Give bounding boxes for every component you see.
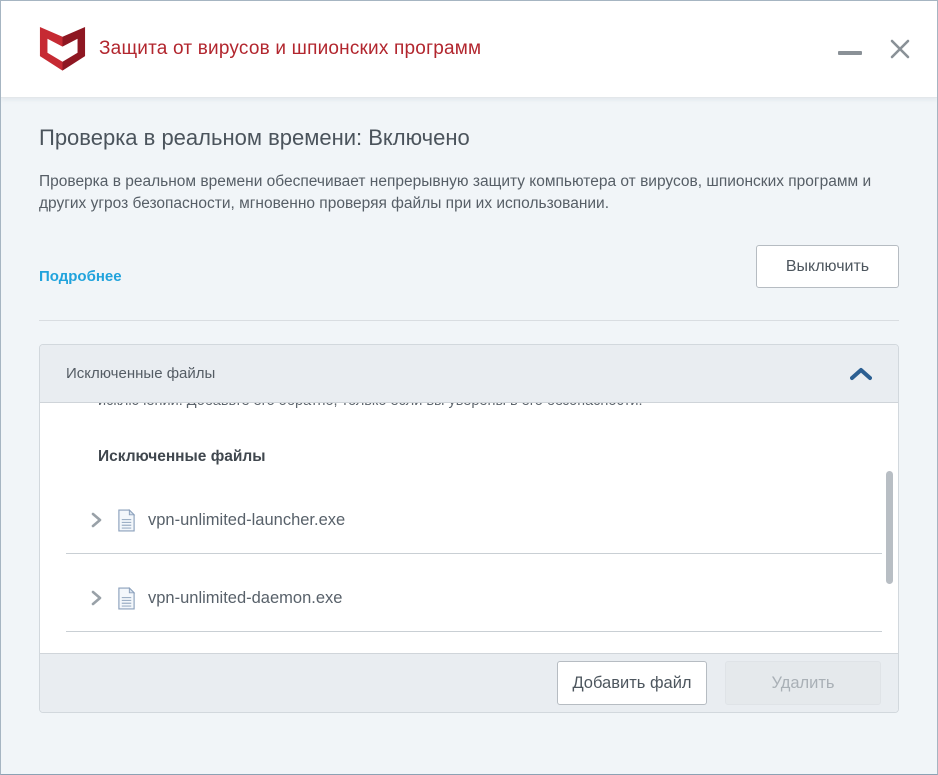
expander-label: Исключенные файлы (66, 365, 850, 382)
close-button[interactable] (883, 32, 917, 66)
row-divider (66, 631, 882, 632)
file-row-launcher[interactable]: vpn-unlimited-launcher.exe (40, 492, 898, 548)
add-file-button[interactable]: Добавить файл (557, 661, 707, 705)
titlebar: Защита от вирусов и шпионских программ (1, 1, 937, 98)
window-title: Защита от вирусов и шпионских программ (99, 38, 481, 60)
section-divider (39, 320, 899, 321)
turn-off-button[interactable]: Выключить (756, 245, 899, 288)
file-name: vpn-unlimited-daemon.exe (148, 589, 342, 608)
main-content: Проверка в реальном времени: Включено Пр… (1, 125, 937, 713)
clipped-help-text: исключений. Добавьте его обратно, только… (98, 403, 818, 411)
minimize-icon (838, 51, 862, 55)
delete-button: Удалить (725, 661, 881, 705)
scrollbar-thumb[interactable] (886, 471, 893, 584)
row-divider (66, 553, 882, 554)
chevron-right-icon (90, 589, 103, 607)
mcafee-window: Защита от вирусов и шпионских программ П… (0, 0, 938, 775)
minimize-button[interactable] (833, 32, 867, 66)
mcafee-logo-icon (39, 26, 86, 73)
close-icon (888, 37, 912, 61)
panel-footer: Добавить файл Удалить (40, 653, 898, 712)
chevron-right-icon (90, 511, 103, 529)
file-icon (117, 587, 136, 610)
feature-description: Проверка в реальном времени обеспечивает… (39, 171, 891, 215)
file-icon (117, 509, 136, 532)
page-title: Проверка в реальном времени: Включено (39, 125, 899, 151)
details-link[interactable]: Подробнее (39, 268, 122, 285)
excluded-files-expander-header[interactable]: Исключенные файлы (40, 345, 898, 403)
file-row-daemon[interactable]: vpn-unlimited-daemon.exe (40, 570, 898, 626)
chevron-up-icon (850, 367, 872, 381)
action-row: Подробнее Выключить (39, 215, 899, 320)
file-name: vpn-unlimited-launcher.exe (148, 511, 345, 530)
excluded-files-scroll-area: исключений. Добавьте его обратно, только… (40, 403, 898, 653)
window-controls (833, 1, 917, 97)
excluded-files-list-title: Исключенные файлы (98, 448, 898, 466)
excluded-files-panel: Исключенные файлы исключений. Добавьте е… (39, 344, 899, 713)
